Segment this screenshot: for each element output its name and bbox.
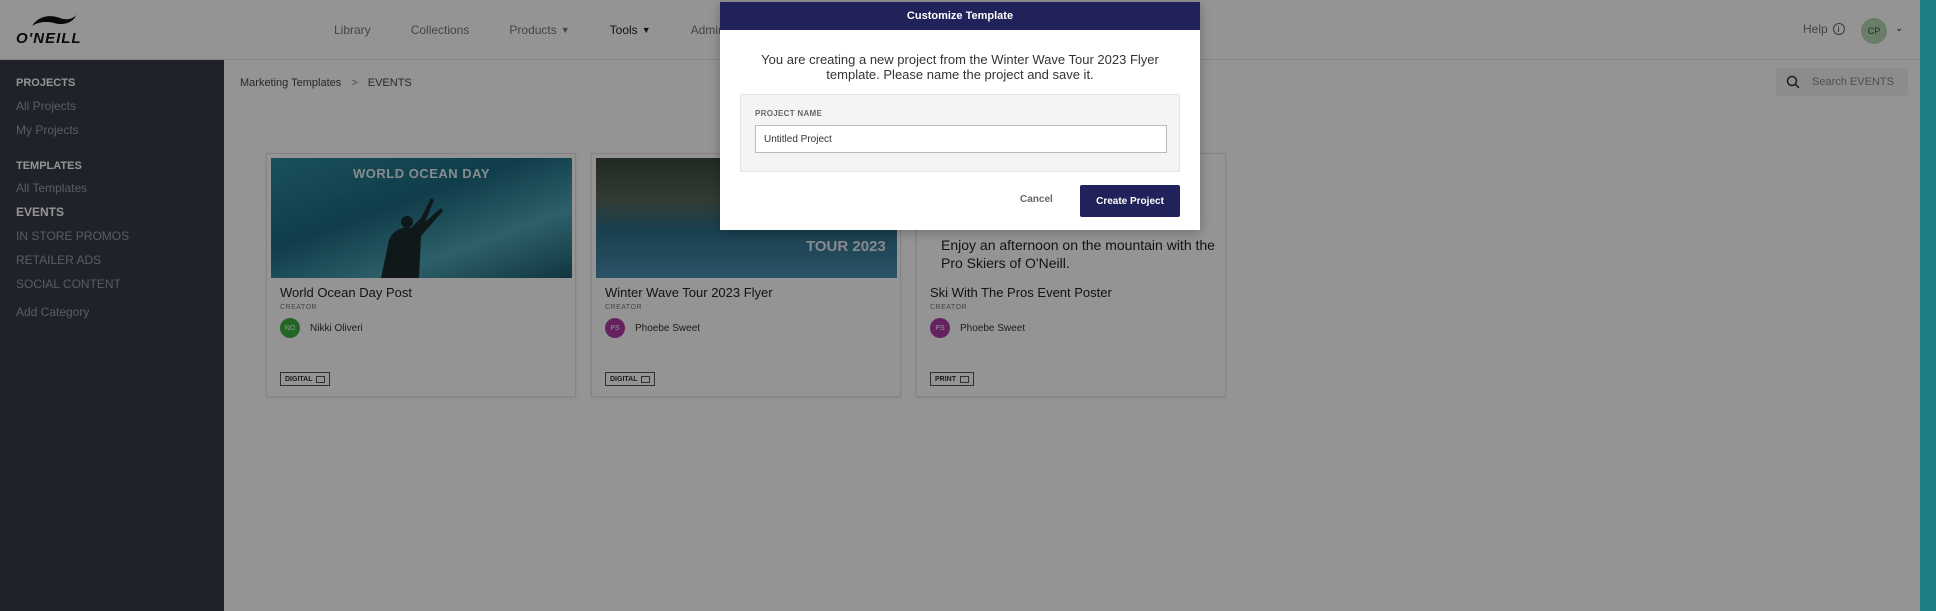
- cancel-button[interactable]: Cancel: [1020, 194, 1053, 205]
- scrollbar[interactable]: [1920, 0, 1936, 611]
- project-name-input[interactable]: [755, 125, 1167, 153]
- create-project-button[interactable]: Create Project: [1080, 185, 1180, 217]
- dialog-message: You are creating a new project from the …: [761, 52, 1159, 82]
- project-name-field-group: PROJECT NAME: [740, 94, 1180, 172]
- customize-template-dialog: Customize Template You are creating a ne…: [720, 2, 1200, 230]
- project-name-label: PROJECT NAME: [755, 109, 823, 118]
- dialog-title: Customize Template: [720, 2, 1200, 30]
